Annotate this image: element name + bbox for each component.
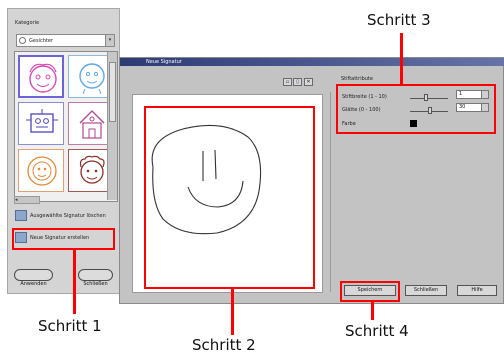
close-panel-button-label: Schließen <box>83 281 108 287</box>
dialog-title-bar[interactable]: Neue Signatur <box>120 58 504 66</box>
step3-leader-line <box>400 33 403 84</box>
help-button[interactable]: Hilfe <box>457 285 497 296</box>
girl-face-drawing <box>29 63 57 93</box>
signature-thumbnail[interactable] <box>18 149 64 192</box>
step1-label: Schritt 1 <box>38 317 102 335</box>
dialog-title: Neue Signatur <box>146 59 182 65</box>
signature-thumbnail[interactable] <box>18 55 64 98</box>
category-value: Gesichter <box>29 38 53 44</box>
category-label: Kategorie <box>15 20 40 26</box>
step2-label: Schritt 2 <box>192 336 256 354</box>
apply-button-label: Anwenden <box>20 281 47 287</box>
close-dialog-button-label: Schließen <box>413 287 439 293</box>
gallery-scroll-left[interactable]: ◂ <box>14 196 40 204</box>
delete-signature-icon <box>15 210 27 221</box>
boy-face-drawing <box>79 63 105 95</box>
help-button-label: Hilfe <box>471 287 483 293</box>
robot-drawing <box>26 109 58 133</box>
clear-button[interactable]: ✕ <box>304 78 313 86</box>
gallery-scrollbar[interactable] <box>107 52 117 200</box>
category-select[interactable]: Gesichter ▾ <box>16 34 115 47</box>
signature-thumbnail[interactable] <box>18 102 64 145</box>
step3-label: Schritt 3 <box>367 11 431 29</box>
step1-highlight <box>12 228 115 250</box>
eraser-button[interactable]: ▯ <box>293 78 302 86</box>
step4-highlight <box>340 281 400 302</box>
new-canvas-icon: ▫ <box>285 79 290 85</box>
apply-button[interactable]: Anwenden <box>14 269 53 287</box>
curly-face-drawing <box>79 155 105 184</box>
lion-face-drawing <box>27 156 57 186</box>
new-canvas-button[interactable]: ▫ <box>283 78 292 86</box>
clear-icon: ✕ <box>306 79 311 85</box>
delete-signature-action[interactable]: Ausgewählte Signatur löschen <box>15 210 115 222</box>
step4-label: Schritt 4 <box>345 322 409 340</box>
house-drawing <box>79 110 105 139</box>
close-panel-button[interactable]: Schließen <box>78 269 113 287</box>
step2-leader-line <box>231 289 234 335</box>
delete-signature-label: Ausgewählte Signatur löschen <box>30 213 106 219</box>
close-dialog-button[interactable]: Schließen <box>405 285 447 296</box>
step4-leader-line <box>371 302 374 320</box>
step1-leader-line <box>73 250 76 314</box>
chevron-down-icon[interactable]: ▾ <box>105 35 114 46</box>
step2-highlight <box>144 106 315 289</box>
scrollbar-thumb[interactable] <box>109 62 116 122</box>
signature-gallery <box>14 51 118 202</box>
dialog-divider <box>330 92 331 292</box>
eraser-icon: ▯ <box>296 79 299 85</box>
pen-attributes-heading: Stiftattribute <box>341 76 373 82</box>
smiley-icon <box>19 37 26 44</box>
scroll-left-icon: ◂ <box>15 197 18 203</box>
step3-highlight <box>336 84 496 134</box>
